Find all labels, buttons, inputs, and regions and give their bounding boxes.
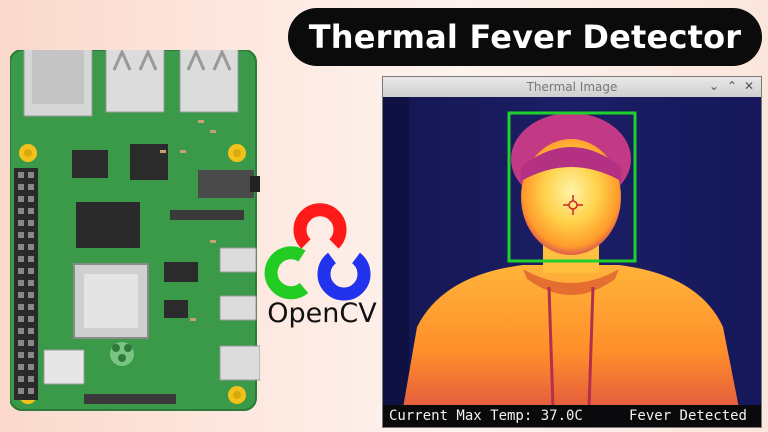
window-title: Thermal Image (526, 80, 618, 94)
opencv-wordmark: OpenCV (267, 298, 377, 329)
max-temp-readout: Current Max Temp: 37.0C (389, 408, 583, 424)
thermal-camera-feed (383, 97, 761, 408)
opencv-green-ring (264, 246, 309, 300)
thermal-image-window: Thermal Image ⌄ ⌃ ✕ Current Max Temp: 37… (382, 76, 762, 428)
window-maximize-icon[interactable]: ⌃ (725, 79, 739, 93)
fever-status: Fever Detected (628, 408, 747, 424)
status-bar: Current Max Temp: 37.0C Fever Detected (383, 405, 761, 427)
raspberry-pi-board-image (10, 50, 260, 411)
window-menu-icon[interactable]: ⌄ (707, 79, 721, 93)
page-title: Thermal Fever Detector (308, 18, 742, 56)
title-banner: Thermal Fever Detector (288, 8, 762, 66)
window-close-icon[interactable]: ✕ (742, 79, 756, 93)
opencv-blue-ring (317, 252, 371, 301)
opencv-red-ring (293, 203, 347, 249)
window-titlebar[interactable]: Thermal Image ⌄ ⌃ ✕ (383, 77, 761, 98)
